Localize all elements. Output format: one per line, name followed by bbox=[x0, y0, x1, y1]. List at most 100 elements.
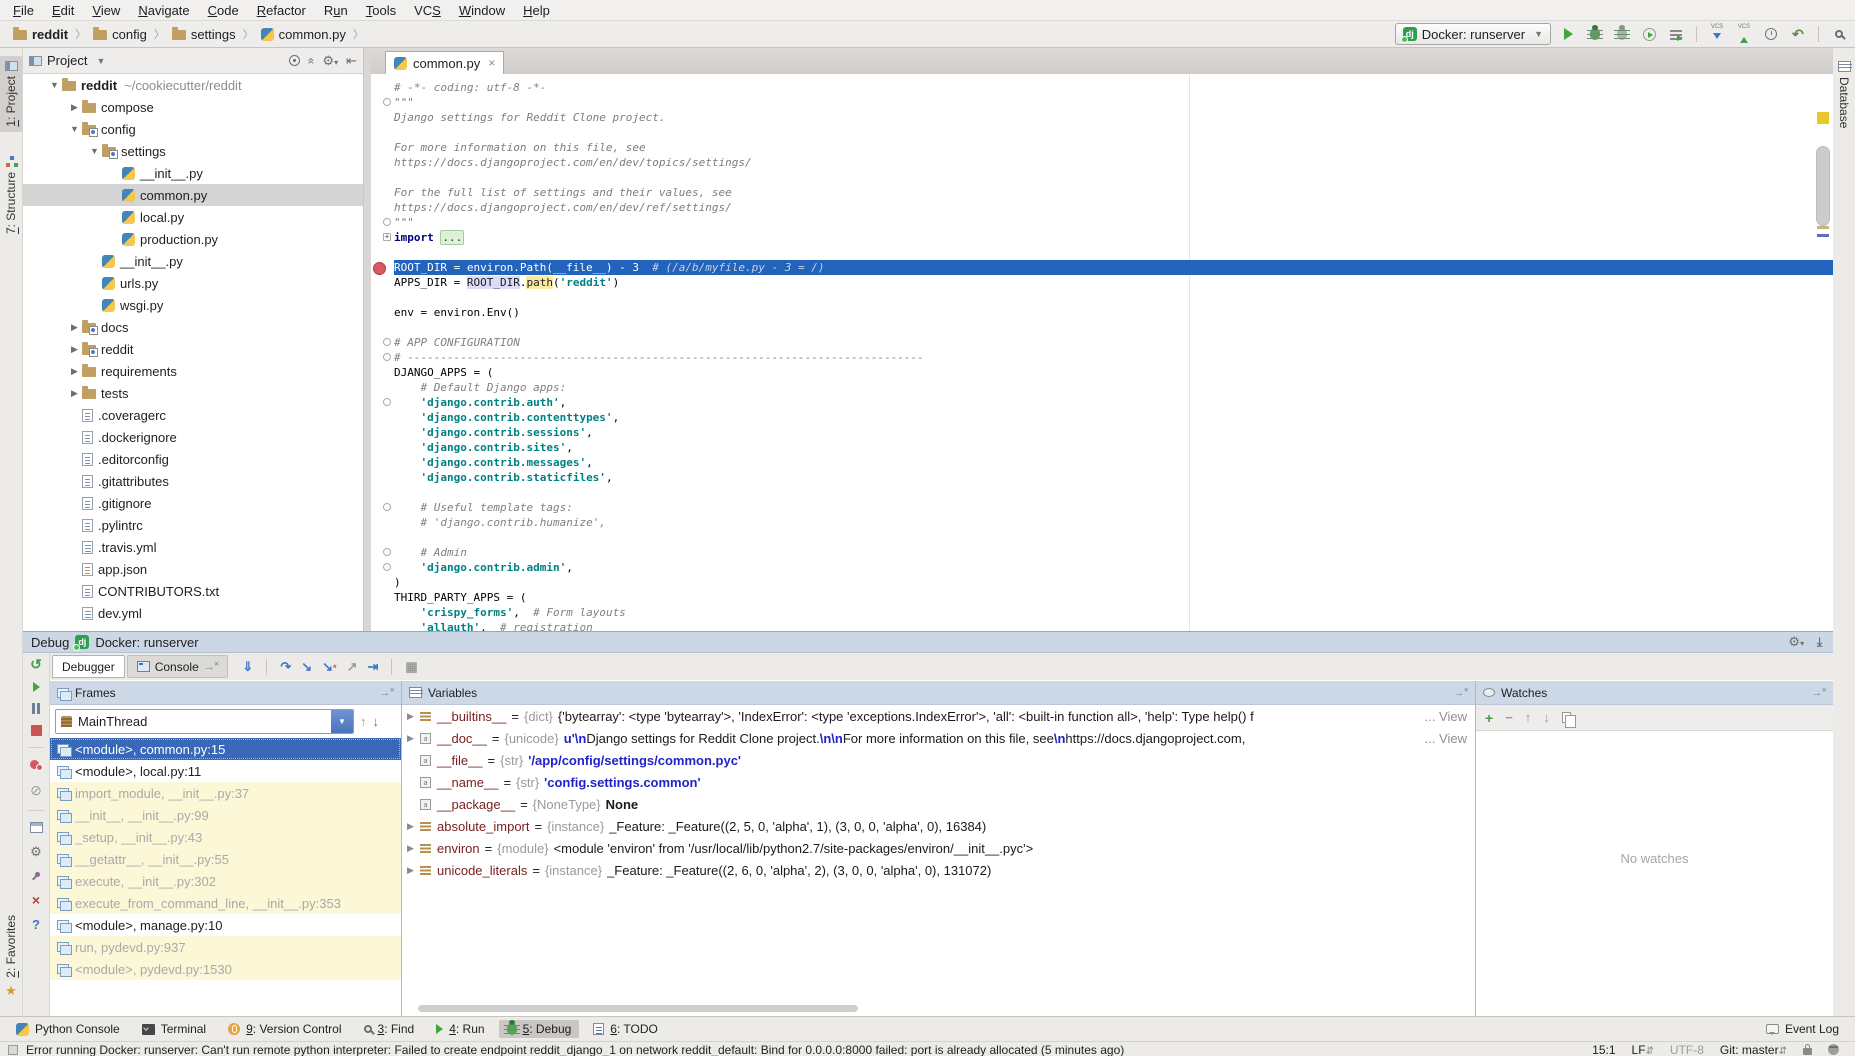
code-area[interactable]: + # -*- coding: utf-8 -*-"""Django setti… bbox=[371, 74, 1833, 631]
fold-marker-icon[interactable] bbox=[383, 98, 391, 106]
thread-select[interactable]: MainThread ▼ bbox=[55, 709, 354, 734]
force-step-into-button[interactable]: ↘* bbox=[322, 659, 336, 675]
tool-window-button-event-log[interactable]: Event Log bbox=[1758, 1020, 1847, 1038]
evaluate-expression-button[interactable]: ▦ bbox=[405, 659, 417, 675]
chevron-collapsed-icon[interactable]: ▶ bbox=[407, 821, 420, 832]
menu-item-file[interactable]: File bbox=[4, 2, 43, 19]
tree-item-common-py[interactable]: common.py bbox=[23, 184, 363, 206]
chevron-collapsed-icon[interactable]: ▶ bbox=[67, 366, 82, 377]
tree-item-contributors-txt[interactable]: CONTRIBUTORS.txt bbox=[23, 580, 363, 602]
tree-item-docs[interactable]: ▶docs bbox=[23, 316, 363, 338]
fold-marker-icon[interactable] bbox=[383, 398, 391, 406]
fold-marker-icon[interactable] bbox=[383, 548, 391, 556]
menu-item-code[interactable]: Code bbox=[199, 2, 248, 19]
variable-row[interactable]: ▶a__doc__={unicode}u'\nDjango settings f… bbox=[402, 727, 1475, 749]
scrollbar-thumb[interactable] bbox=[1816, 146, 1830, 226]
frame-row[interactable]: import_module, __init__.py:37 bbox=[50, 782, 401, 804]
close-icon[interactable]: × bbox=[488, 56, 495, 70]
editor-scrollbar[interactable] bbox=[1813, 100, 1833, 631]
menu-item-window[interactable]: Window bbox=[450, 2, 514, 19]
fold-marker-icon[interactable] bbox=[383, 218, 391, 226]
variable-row[interactable]: ▶unicode_literals={instance}_Feature: _F… bbox=[402, 859, 1475, 881]
tool-window-button-terminal[interactable]: Terminal bbox=[134, 1020, 214, 1038]
tree-item--dockerignore[interactable]: .dockerignore bbox=[23, 426, 363, 448]
chevron-expanded-icon[interactable]: ▼ bbox=[67, 124, 82, 134]
stripe-mark[interactable] bbox=[1817, 226, 1829, 229]
stripe-tab-database[interactable]: Database bbox=[1833, 56, 1855, 133]
tree-item-requirements[interactable]: ▶requirements bbox=[23, 360, 363, 382]
tool-window-button-4-run[interactable]: 4: Run bbox=[428, 1020, 492, 1038]
step-out-button[interactable]: ↗ bbox=[347, 659, 358, 675]
help-button[interactable]: ? bbox=[32, 917, 40, 932]
chevron-expanded-icon[interactable]: ▼ bbox=[87, 146, 102, 156]
tree-item--travis-yml[interactable]: .travis.yml bbox=[23, 536, 363, 558]
stripe-tab-project[interactable]: 1: Project bbox=[0, 56, 22, 132]
tab-console[interactable]: Console →˟ bbox=[127, 655, 229, 678]
run-task-list-button[interactable] bbox=[1666, 24, 1686, 44]
tree-item--editorconfig[interactable]: .editorconfig bbox=[23, 448, 363, 470]
frame-row[interactable]: __getattr__, __init__.py:55 bbox=[50, 848, 401, 870]
chevron-collapsed-icon[interactable]: ▶ bbox=[67, 322, 82, 333]
tree-item-tests[interactable]: ▶tests bbox=[23, 382, 363, 404]
show-execution-point-button[interactable]: ⇓ bbox=[242, 659, 253, 675]
commit-changes-button[interactable]: VCS bbox=[1734, 24, 1754, 44]
update-project-button[interactable]: VCS bbox=[1707, 24, 1727, 44]
tree-item-local-py[interactable]: local.py bbox=[23, 206, 363, 228]
chevron-down-icon[interactable]: ▼ bbox=[96, 56, 105, 66]
step-over-button[interactable]: ↷ bbox=[280, 659, 291, 675]
tree-item-wsgi-py[interactable]: wsgi.py bbox=[23, 294, 363, 316]
debug-button[interactable] bbox=[1585, 24, 1605, 44]
inspections-hector-icon[interactable] bbox=[1828, 1044, 1839, 1055]
locate-file-icon[interactable] bbox=[289, 55, 300, 66]
git-branch-widget[interactable]: Git: master⇵ bbox=[1720, 1043, 1787, 1056]
fold-marker-icon[interactable] bbox=[383, 338, 391, 346]
previous-frame-button[interactable]: ↑ bbox=[360, 714, 367, 729]
stop-button[interactable] bbox=[31, 725, 42, 736]
chevron-collapsed-icon[interactable]: ▶ bbox=[407, 711, 420, 722]
recent-changes-button[interactable] bbox=[1761, 24, 1781, 44]
copy-watch-icon[interactable] bbox=[1562, 712, 1571, 723]
chevron-collapsed-icon[interactable]: ▶ bbox=[407, 733, 420, 744]
tree-item-compose[interactable]: ▶compose bbox=[23, 96, 363, 118]
tool-window-button-3-find[interactable]: 3: Find bbox=[356, 1020, 423, 1038]
move-watch-up-button[interactable]: ↑ bbox=[1525, 710, 1532, 725]
frame-row[interactable]: execute_from_command_line, __init__.py:3… bbox=[50, 892, 401, 914]
run-with-coverage-button[interactable] bbox=[1612, 24, 1632, 44]
run-configuration-select[interactable]: dj Docker: runserver ▼ bbox=[1395, 23, 1551, 45]
next-frame-button[interactable]: ↓ bbox=[373, 714, 380, 729]
auto-scroll-icon[interactable]: →˟ bbox=[1453, 687, 1468, 699]
fold-marker-icon[interactable] bbox=[383, 503, 391, 511]
breakpoint-icon[interactable] bbox=[373, 262, 386, 275]
hide-panel-icon[interactable]: ⇥ bbox=[346, 53, 357, 69]
tree-item--init-py[interactable]: __init__.py bbox=[23, 162, 363, 184]
gear-icon[interactable]: ⚙▾ bbox=[322, 53, 338, 69]
pause-button[interactable] bbox=[31, 703, 41, 714]
frame-row[interactable]: __init__, __init__.py:99 bbox=[50, 804, 401, 826]
tool-window-button-6-todo[interactable]: 6: TODO bbox=[585, 1020, 666, 1038]
tree-item-reddit[interactable]: ▼reddit~/cookiecutter/reddit bbox=[23, 74, 363, 96]
breadcrumb-item-common.py[interactable]: common.py bbox=[258, 26, 349, 43]
auto-scroll-icon[interactable]: →˟ bbox=[379, 687, 394, 699]
stripe-tab-favorites[interactable]: 2: Favorites★ bbox=[0, 910, 22, 1004]
frame-row[interactable]: execute, __init__.py:302 bbox=[50, 870, 401, 892]
thread-dropdown-button[interactable]: ▼ bbox=[331, 710, 353, 733]
add-watch-button[interactable]: + bbox=[1485, 710, 1493, 726]
tree-item--gitattributes[interactable]: .gitattributes bbox=[23, 470, 363, 492]
rerun-button[interactable]: ↺ bbox=[30, 658, 42, 671]
view-breakpoints-button[interactable] bbox=[30, 759, 43, 771]
chevron-collapsed-icon[interactable]: ▶ bbox=[67, 102, 82, 113]
fold-marker-icon[interactable] bbox=[383, 563, 391, 571]
tree-item-dev-yml[interactable]: dev.yml bbox=[23, 602, 363, 624]
tool-window-button-python-console[interactable]: Python Console bbox=[8, 1020, 128, 1038]
tree-item-config[interactable]: ▼config bbox=[23, 118, 363, 140]
chevron-collapsed-icon[interactable]: ▶ bbox=[407, 865, 420, 876]
variable-row[interactable]: ▶environ={module}<module 'environ' from … bbox=[402, 837, 1475, 859]
stripe-tab-structure[interactable]: 7: Structure bbox=[0, 151, 22, 239]
run-button[interactable] bbox=[1558, 24, 1578, 44]
menu-item-navigate[interactable]: Navigate bbox=[129, 2, 198, 19]
encoding-widget[interactable]: UTF-8 bbox=[1670, 1043, 1704, 1056]
view-link[interactable]: ... View bbox=[1423, 709, 1475, 724]
menu-item-tools[interactable]: Tools bbox=[357, 2, 405, 19]
debug-gear-icon[interactable]: ⚙ bbox=[30, 844, 42, 860]
auto-scroll-icon[interactable]: →˟ bbox=[1811, 687, 1826, 699]
